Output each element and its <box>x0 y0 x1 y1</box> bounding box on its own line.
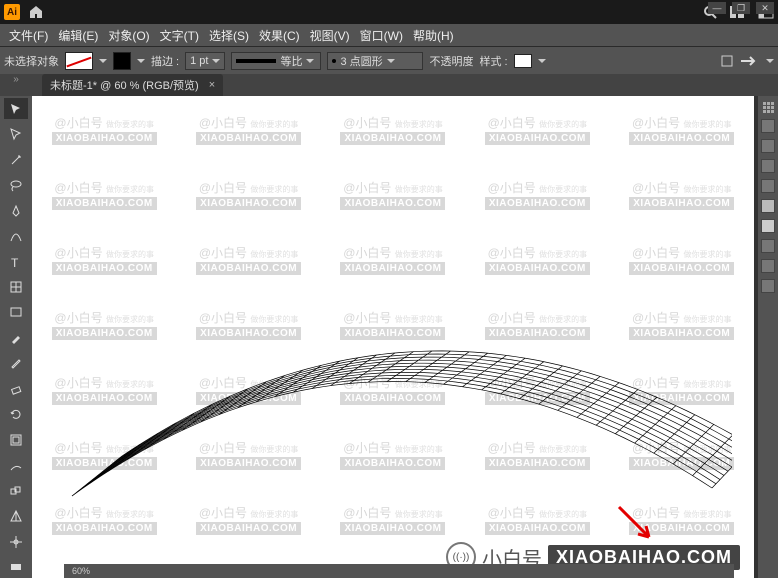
panel-icon[interactable] <box>761 179 775 193</box>
panel-drag-icon <box>763 102 774 113</box>
artwork-arch-wireframe <box>32 116 732 536</box>
preferences-icon[interactable] <box>740 54 760 68</box>
tool-width[interactable] <box>4 429 28 450</box>
menu-effect[interactable]: 效果(C) <box>254 27 305 44</box>
tool-pen[interactable] <box>4 200 28 221</box>
canvas-area[interactable]: @小白号 做你要求的事@小白号 做你要求的事@小白号 做你要求的事@小白号 做你… <box>32 96 778 578</box>
app-logo-icon: Ai <box>4 4 20 20</box>
fill-swatch[interactable] <box>65 52 93 70</box>
tool-perspective-grid[interactable] <box>4 506 28 527</box>
panel-icon[interactable] <box>761 279 775 293</box>
menu-help[interactable]: 帮助(H) <box>408 27 459 44</box>
menu-window[interactable]: 窗口(W) <box>355 27 408 44</box>
tool-magic-wand[interactable] <box>4 149 28 170</box>
chevron-down-icon <box>306 59 314 63</box>
chevron-down-icon <box>387 59 395 63</box>
opacity-label[interactable]: 不透明度 <box>429 53 473 69</box>
tool-type[interactable]: T <box>4 251 28 272</box>
tool-pencil[interactable] <box>4 353 28 374</box>
menu-edit[interactable]: 编辑(E) <box>53 27 103 44</box>
document-tab[interactable]: 未标题-1* @ 60 % (RGB/预览) × <box>42 74 223 96</box>
document-setup-icon[interactable] <box>720 54 734 68</box>
tool-rectangle[interactable] <box>4 302 28 323</box>
chevron-down-icon[interactable] <box>766 59 774 63</box>
tool-rotate[interactable] <box>4 404 28 425</box>
tool-mesh[interactable] <box>4 531 28 552</box>
stroke-weight-input[interactable]: 1 pt <box>185 52 225 70</box>
tool-paintbrush[interactable] <box>4 327 28 348</box>
status-bar: 60% <box>64 564 734 578</box>
svg-text:T: T <box>11 256 19 269</box>
stroke-preview-icon <box>236 59 276 63</box>
tool-gradient[interactable] <box>4 556 28 577</box>
panel-icon[interactable] <box>761 159 775 173</box>
document-tab-title: 未标题-1* @ 60 % (RGB/预览) <box>50 77 199 93</box>
chevron-down-icon[interactable] <box>538 59 546 63</box>
menu-view[interactable]: 视图(V) <box>305 27 355 44</box>
tool-lasso[interactable] <box>4 174 28 195</box>
stroke-dropdown-icon[interactable] <box>137 59 145 63</box>
panel-icon[interactable] <box>761 139 775 153</box>
stroke-label: 描边 : <box>151 53 179 69</box>
annotation-arrow-icon <box>614 502 654 542</box>
document-tabs: 未标题-1* @ 60 % (RGB/预览) × <box>32 74 778 96</box>
selection-status-label: 未选择对象 <box>4 53 59 69</box>
menu-bar: 文件(F) 编辑(E) 对象(O) 文字(T) 选择(S) 效果(C) 视图(V… <box>0 24 778 46</box>
style-label: 样式 : <box>479 53 507 69</box>
chevron-down-icon <box>212 59 220 63</box>
home-icon[interactable] <box>28 4 44 20</box>
window-restore-button[interactable]: ❐ <box>732 2 750 14</box>
dot-icon <box>332 59 336 63</box>
panel-icon[interactable] <box>761 239 775 253</box>
tool-free-transform[interactable] <box>4 455 28 476</box>
window-close-button[interactable]: ✕ <box>756 2 774 14</box>
menu-file[interactable]: 文件(F) <box>4 27 53 44</box>
panel-icon[interactable] <box>761 259 775 273</box>
panel-icon[interactable] <box>761 199 775 213</box>
window-minimize-button[interactable]: — <box>708 2 726 14</box>
stroke-swatch[interactable] <box>113 52 131 70</box>
control-bar: 未选择对象 描边 : 1 pt 等比 3 点圆形 不透明度 样式 : <box>0 46 778 74</box>
close-tab-icon[interactable]: × <box>209 79 215 91</box>
tool-shape-builder[interactable] <box>4 480 28 501</box>
stroke-profile-select[interactable]: 等比 <box>231 52 321 70</box>
fill-dropdown-icon[interactable] <box>99 59 107 63</box>
panel-dock[interactable] <box>758 96 778 578</box>
brush-select[interactable]: 3 点圆形 <box>327 52 423 70</box>
tool-direct-selection[interactable] <box>4 123 28 144</box>
toolbox: T <box>0 96 32 578</box>
menu-object[interactable]: 对象(O) <box>103 27 154 44</box>
toolbox-header: » <box>0 74 32 96</box>
app-titlebar: Ai <box>0 0 778 24</box>
stroke-profile-value: 等比 <box>280 53 302 69</box>
panel-icon[interactable] <box>761 119 775 133</box>
tool-eraser[interactable] <box>4 378 28 399</box>
stroke-weight-value: 1 pt <box>190 55 208 67</box>
menu-select[interactable]: 选择(S) <box>204 27 254 44</box>
tool-line-segment[interactable] <box>4 276 28 297</box>
tool-curvature[interactable] <box>4 225 28 246</box>
panel-icon[interactable] <box>761 219 775 233</box>
zoom-level[interactable]: 60% <box>72 566 90 576</box>
graphic-style-swatch[interactable] <box>514 54 532 68</box>
tool-selection[interactable] <box>4 98 28 119</box>
brush-value: 3 点圆形 <box>340 53 382 69</box>
menu-type[interactable]: 文字(T) <box>155 27 204 44</box>
artboard[interactable]: @小白号 做你要求的事@小白号 做你要求的事@小白号 做你要求的事@小白号 做你… <box>32 96 754 578</box>
